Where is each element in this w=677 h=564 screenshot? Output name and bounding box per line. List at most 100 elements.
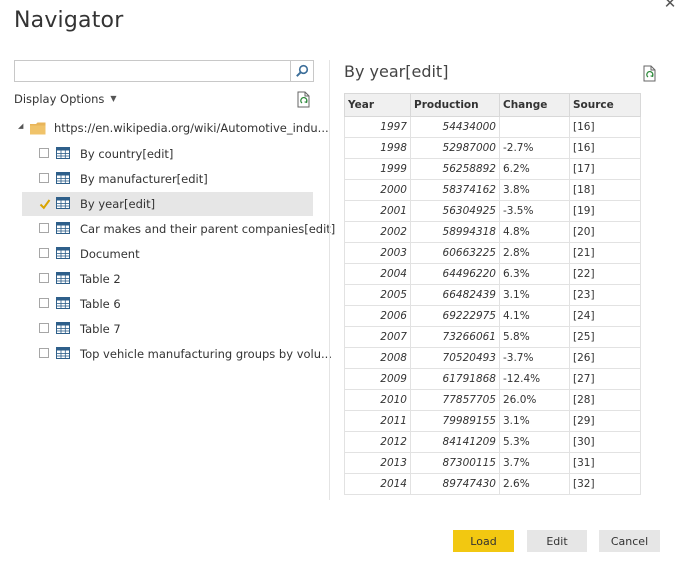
chevron-down-icon: ▼ [110,94,117,103]
column-header[interactable]: Production [410,93,500,117]
table-cell: 2004 [344,263,411,285]
table-row: 2008 70520493 -3.7% [26] [344,347,641,369]
table-cell: 2002 [344,221,411,243]
search-box [14,60,314,82]
table-icon [56,272,70,287]
table-cell: 2009 [344,368,411,390]
table-cell: [16] [569,137,641,159]
column-header[interactable]: Source [569,93,641,117]
table-row: 1999 56258892 6.2% [17] [344,158,641,180]
checkbox[interactable] [39,223,49,233]
tree-root-source[interactable]: ◢ https://en.wikipedia.org/wiki/Automoti… [18,120,329,138]
tree-item-label: Document [80,247,140,261]
table-cell: [23] [569,284,641,306]
column-header[interactable]: Change [499,93,570,117]
tree-item[interactable]: Top vehicle manufacturing groups by volu… [22,342,332,366]
collapse-triangle-icon[interactable]: ◢ [18,122,23,130]
table-cell: 56304925 [410,200,500,222]
tree-item[interactable]: Table 7 [22,317,313,341]
tree-root-label: https://en.wikipedia.org/wiki/Automotive… [54,121,329,135]
tree-item[interactable]: Table 2 [22,267,313,291]
table-cell: [25] [569,326,641,348]
table-icon [56,322,70,337]
table-cell: 60663225 [410,242,500,264]
table-cell: 58994318 [410,221,500,243]
table-cell: 4.1% [499,305,570,327]
table-cell: 2013 [344,452,411,474]
table-cell: -2.7% [499,137,570,159]
checkbox[interactable] [39,273,49,283]
table-row: 2003 60663225 2.8% [21] [344,242,641,264]
table-cell: -3.7% [499,347,570,369]
checkbox[interactable] [39,248,49,258]
close-icon[interactable]: ✕ [662,0,677,12]
search-button[interactable] [290,61,313,81]
tree-item-label: Top vehicle manufacturing groups by volu… [80,347,332,361]
load-button[interactable]: Load [453,530,514,552]
checkbox[interactable] [39,323,49,333]
folder-icon [30,122,46,138]
column-header[interactable]: Year [344,93,411,117]
table-row: 2006 69222975 4.1% [24] [344,305,641,327]
tree-item[interactable]: By country[edit] [22,142,313,166]
table-cell: 6.2% [499,158,570,180]
table-cell: 5.8% [499,326,570,348]
checkbox[interactable] [39,298,49,308]
table-cell: 87300115 [410,452,500,474]
table-cell: 2.8% [499,242,570,264]
table-icon [56,347,70,362]
table-cell: 58374162 [410,179,500,201]
table-cell: 2011 [344,410,411,432]
table-cell: 2008 [344,347,411,369]
tree-item-label: By country[edit] [80,147,174,161]
tree-item[interactable]: Document [22,242,313,266]
table-cell: 54434000 [410,116,500,138]
table-icon [56,222,70,237]
table-cell: 56258892 [410,158,500,180]
table-cell: 61791868 [410,368,500,390]
checkbox[interactable] [39,148,49,158]
table-cell: -12.4% [499,368,570,390]
table-cell: 73266061 [410,326,500,348]
search-input[interactable] [15,61,295,79]
table-cell: 2000 [344,179,411,201]
table-icon [56,297,70,312]
table-cell: 70520493 [410,347,500,369]
pane-splitter[interactable] [329,60,330,500]
table-cell: 2014 [344,473,411,495]
table-cell: 2010 [344,389,411,411]
checked-checkbox[interactable] [39,198,51,210]
checkbox[interactable] [39,173,49,183]
table-cell: 64496220 [410,263,500,285]
tree-item[interactable]: Table 6 [22,292,313,316]
table-row: 2007 73266061 5.8% [25] [344,326,641,348]
table-cell: [31] [569,452,641,474]
table-icon [56,147,70,162]
checkbox[interactable] [39,348,49,358]
table-cell: 1997 [344,116,411,138]
table-cell: 2001 [344,200,411,222]
search-icon [296,64,309,77]
tree-item[interactable]: By manufacturer[edit] [22,167,313,191]
table-cell: 79989155 [410,410,500,432]
preview-table-container: Year Production Change Source 1997 54434000 [… [344,93,641,495]
tree-item-label: By year[edit] [80,197,156,211]
table-cell: 3.7% [499,452,570,474]
table-icon [56,172,70,187]
table-cell: 84141209 [410,431,500,453]
edit-button[interactable]: Edit [527,530,587,552]
tree-item[interactable]: By year[edit] [22,192,313,216]
table-row: 2014 89747430 2.6% [32] [344,473,641,495]
tree-item-label: Table 6 [80,297,121,311]
table-row: 2013 87300115 3.7% [31] [344,452,641,474]
refresh-icon[interactable] [296,91,312,113]
table-row: 2009 61791868 -12.4% [27] [344,368,641,390]
refresh-preview-icon[interactable] [642,65,658,87]
cancel-button[interactable]: Cancel [599,530,660,552]
table-row: 2011 79989155 3.1% [29] [344,410,641,432]
tree-item[interactable]: Car makes and their parent companies[edi… [22,217,335,241]
table-row: 2010 77857705 26.0% [28] [344,389,641,411]
table-row: 2002 58994318 4.8% [20] [344,221,641,243]
display-options-dropdown[interactable]: Display Options ▼ [14,92,117,106]
table-cell: 6.3% [499,263,570,285]
